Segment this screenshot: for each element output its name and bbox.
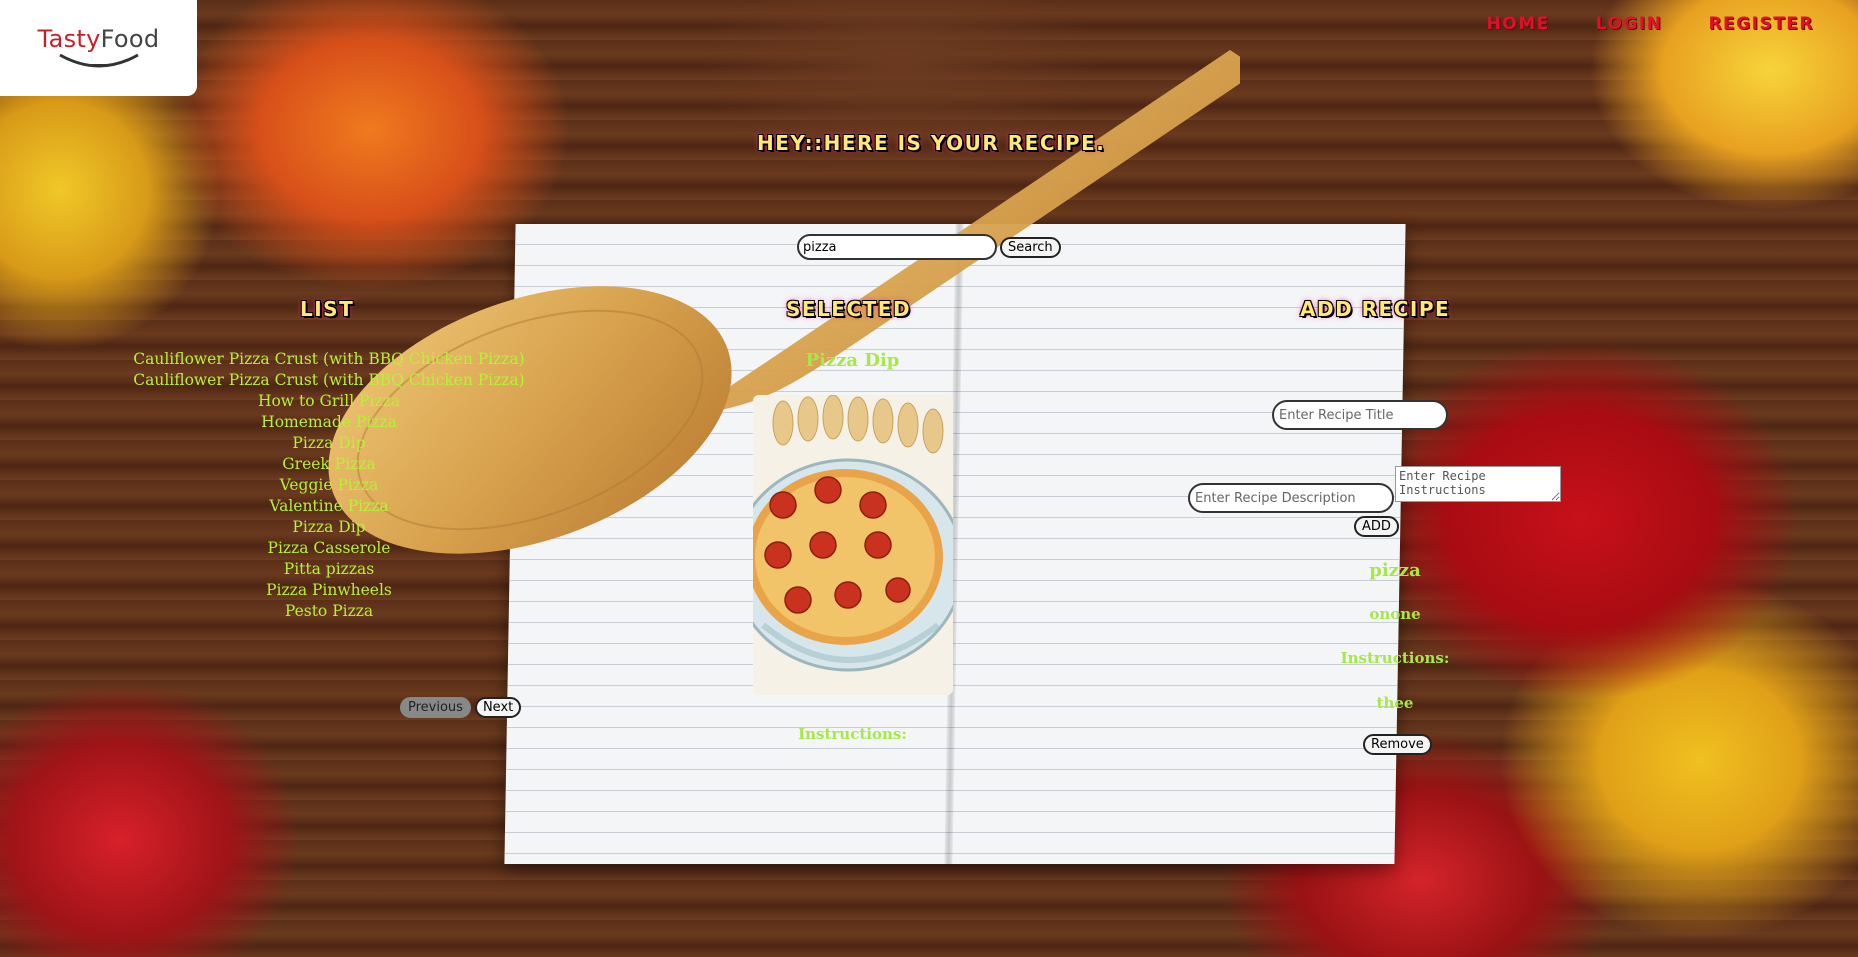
list-item[interactable]: Cauliflower Pizza Crust (with BBQ Chicke… xyxy=(120,370,538,391)
recipe-instructions-textarea[interactable] xyxy=(1395,466,1561,502)
list-item[interactable]: Pizza Casserole xyxy=(120,538,538,559)
logo[interactable]: TastyFood xyxy=(0,0,197,96)
notebook-background xyxy=(504,224,1406,864)
page-title: Hey::Here is your recipe. xyxy=(757,131,1106,155)
added-recipe-description: onone xyxy=(1369,605,1421,623)
search-bar: Search xyxy=(797,234,1061,260)
next-button[interactable]: Next xyxy=(474,697,522,718)
added-recipe-instructions-label: Instructions: xyxy=(1340,649,1450,667)
search-button[interactable]: Search xyxy=(1000,236,1061,258)
search-input[interactable] xyxy=(797,234,997,260)
add-recipe-button[interactable]: ADD xyxy=(1354,516,1399,537)
smile-icon xyxy=(58,53,139,68)
list-item[interactable]: Pizza Pinwheels xyxy=(120,580,538,601)
list-item[interactable]: Pitta pizzas xyxy=(120,559,538,580)
list-item[interactable]: Greek Pizza xyxy=(120,454,538,475)
recipe-description-input[interactable] xyxy=(1188,483,1394,513)
selected-heading: Selected xyxy=(786,297,912,321)
logo-text-tasty: Tasty xyxy=(37,25,101,53)
add-recipe-heading: Add Recipe xyxy=(1300,297,1451,321)
list-item[interactable]: Pesto Pizza xyxy=(120,601,538,622)
recipe-title-input[interactable] xyxy=(1272,400,1448,430)
previous-button[interactable]: Previous xyxy=(400,697,471,718)
nav-home-link[interactable]: Home xyxy=(1487,14,1550,34)
list-item[interactable]: Veggie Pizza xyxy=(120,475,538,496)
recipe-list: Cauliflower Pizza Crust (with BBQ Chicke… xyxy=(120,349,538,622)
list-item[interactable]: How to Grill Pizza xyxy=(120,391,538,412)
selected-instructions-label: Instructions: xyxy=(798,725,907,743)
list-heading: List xyxy=(300,297,355,321)
list-item[interactable]: Homemade Pizza xyxy=(120,412,538,433)
added-recipe-instructions: thee xyxy=(1376,694,1414,712)
nav-register-link[interactable]: Register xyxy=(1708,14,1814,34)
added-recipe-title: pizza xyxy=(1369,560,1421,581)
list-item[interactable]: Valentine Pizza xyxy=(120,496,538,517)
list-item[interactable]: Pizza Dip xyxy=(120,433,538,454)
pagination: Previous Next xyxy=(400,697,522,718)
pizza-dip-photo-icon xyxy=(753,395,953,695)
top-nav: Home Login Register xyxy=(1487,14,1814,34)
logo-text-food: Food xyxy=(100,25,160,53)
remove-recipe-button[interactable]: Remove xyxy=(1363,734,1432,755)
list-item[interactable]: Cauliflower Pizza Crust (with BBQ Chicke… xyxy=(120,349,538,370)
selected-recipe-title: Pizza Dip xyxy=(805,350,900,371)
nav-login-link[interactable]: Login xyxy=(1596,14,1663,34)
selected-recipe-image xyxy=(753,395,953,695)
list-item[interactable]: Pizza Dip xyxy=(120,517,538,538)
logo-text: TastyFood xyxy=(38,25,160,53)
